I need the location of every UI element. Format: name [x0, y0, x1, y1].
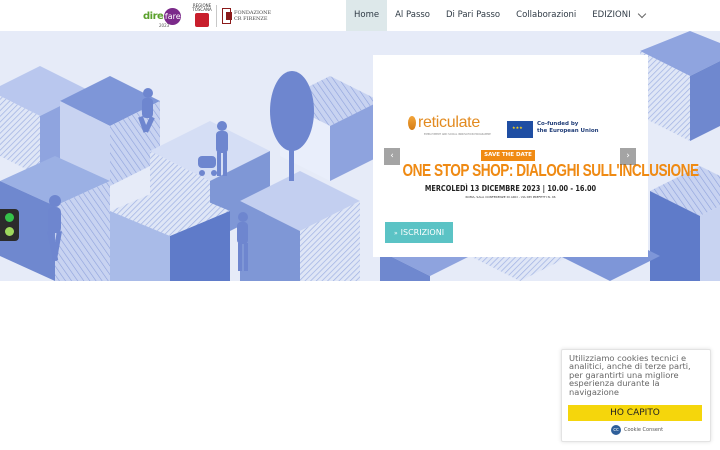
iscrizioni-label: ISCRIZIONI [400, 228, 445, 237]
reticulate-subtitle: EMPLOYMENT AND SOCIAL INNOVATION PROGRAM… [424, 133, 491, 136]
chevron-left-icon: ‹ [390, 151, 394, 161]
iscrizioni-button[interactable]: » ISCRIZIONI [385, 222, 453, 243]
cookie-accept-button[interactable]: HO CAPITO [568, 405, 702, 421]
status-dot-icon [5, 213, 14, 222]
cookie-consent-icon: cc [611, 425, 621, 435]
event-date: MERCOLEDÌ 13 DICEMBRE 2023 | 10.00 - 16.… [424, 184, 597, 193]
eu-cofunded-text: Co-funded by the European Union [537, 121, 599, 135]
nav-di-pari-passo[interactable]: Di Pari Passo [438, 0, 508, 31]
nav-edizioni-label: EDIZIONI [592, 10, 631, 20]
reticulate-logo: reticulate [408, 114, 480, 132]
nav-home[interactable]: Home [346, 0, 388, 31]
cookie-consent-link[interactable]: cc Cookie Consent [611, 425, 663, 435]
navbar: dire fare 2023 REGIONE TOSCANA FONDAZION… [0, 0, 720, 31]
nav-edizioni[interactable]: EDIZIONI [584, 0, 652, 31]
direfare-logo-text: dire [143, 10, 164, 22]
regione-toscana-text: REGIONE TOSCANA [192, 3, 212, 12]
cookie-message: Utilizziamo cookies tecnici e analitici,… [569, 353, 691, 397]
event-title: ONE STOP SHOP: DIALOGHI SULL'INCLUSIONE [402, 160, 699, 180]
cookie-consent-brand: Cookie Consent [624, 427, 664, 433]
carousel-next-button[interactable]: › [620, 148, 636, 165]
chevron-down-icon [637, 9, 646, 19]
reticulate-wordmark: reticulate [418, 114, 480, 131]
main-menu: Home Al Passo Di Pari Passo Collaborazio… [346, 0, 653, 31]
eu-text-line1: Co-funded by [537, 121, 579, 127]
regione-toscana-logo[interactable]: REGIONE TOSCANA [191, 4, 213, 28]
double-chevron-icon: » [393, 230, 398, 237]
status-dot-icon [5, 227, 14, 236]
nav-collaborazioni[interactable]: Collaborazioni [508, 0, 584, 31]
cookie-banner: Utilizziamo cookies tecnici e analitici,… [561, 349, 711, 442]
regione-crest-icon [195, 13, 209, 27]
eu-flag-icon [507, 121, 533, 138]
fondazione-crest-icon [222, 8, 232, 24]
chevron-right-icon: › [626, 151, 630, 161]
carousel-prev-button[interactable]: ‹ [384, 148, 400, 165]
direfare-logo-year: 2023 [159, 23, 170, 28]
eu-text-line2: the European Union [537, 128, 599, 134]
direfare-logo[interactable]: dire fare 2023 [143, 4, 185, 28]
direfare-logo-circle: fare [164, 7, 182, 25]
reticulate-leaf-icon [408, 116, 416, 130]
side-toggle-widget[interactable] [0, 209, 19, 241]
fondazione-logo[interactable]: FONDAZIONE CR FIRENZE [222, 4, 276, 28]
logo-divider [216, 5, 217, 27]
event-place: ROMA, SALA CONFERENZE DI ARCI - VIA DEI … [465, 195, 556, 199]
fondazione-text: FONDAZIONE CR FIRENZE [233, 10, 272, 22]
nav-al-passo[interactable]: Al Passo [387, 0, 438, 31]
hero-carousel [0, 31, 720, 281]
